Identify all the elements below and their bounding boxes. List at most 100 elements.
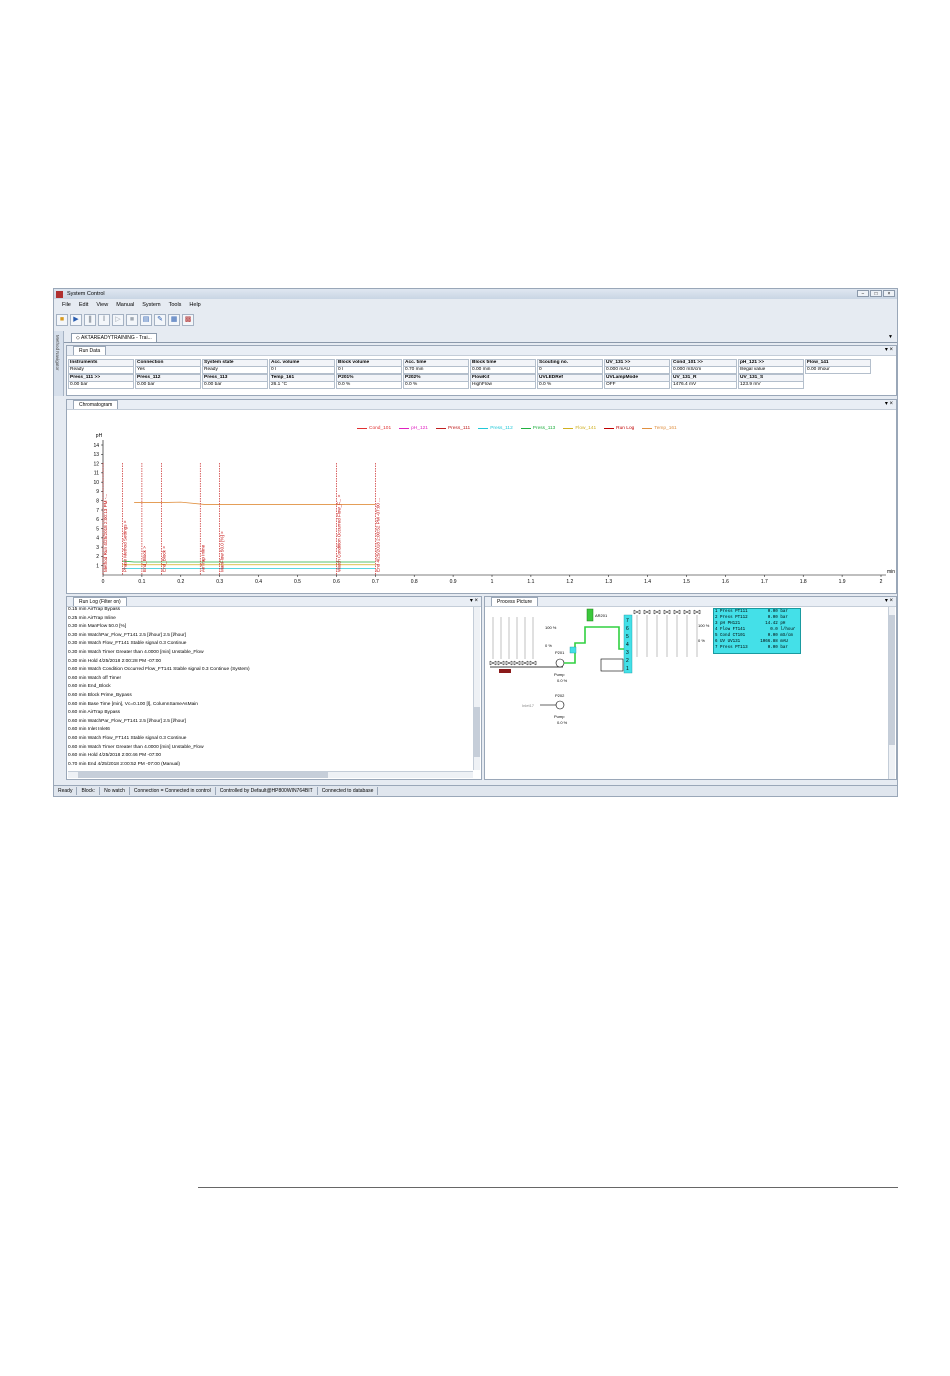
- outlet-valve-icon[interactable]: [653, 609, 661, 615]
- pause-icon[interactable]: ❚: [84, 314, 96, 326]
- inlet-valve-icon[interactable]: [529, 660, 537, 666]
- row1-header-4[interactable]: Block volume: [336, 359, 402, 367]
- stop-icon[interactable]: ■: [126, 314, 138, 326]
- log-line[interactable]: 0.60 min Watch Condition Occurred Flow_F…: [68, 666, 250, 675]
- log-line[interactable]: 0.30 min ManFlow 50.0 [%]: [68, 623, 250, 632]
- edit-icon[interactable]: ✎: [154, 314, 166, 326]
- open-folder-icon[interactable]: ■: [56, 314, 68, 326]
- inlet-valve-icon[interactable]: [513, 660, 521, 666]
- menu-manual[interactable]: Manual: [116, 302, 134, 308]
- log-line[interactable]: 0.60 min Watch Timer Greater than 4.0000…: [68, 744, 250, 753]
- row1-header-7[interactable]: Scouting no.: [537, 359, 603, 367]
- row2-header-10[interactable]: UV_131_S: [738, 374, 804, 382]
- process-picture-tab[interactable]: Process Picture: [491, 597, 539, 606]
- chromatogram-chart[interactable]: 0 0.1 0.2 0.3 0.4 0.5 0.6 0.7 0.8 0.9 1 1.1 1.2 1.3 1.…: [67, 410, 896, 590]
- inlet-valve-icon[interactable]: [489, 660, 497, 666]
- document-dropdown-icon[interactable]: ▼: [888, 334, 893, 340]
- continue-icon[interactable]: ▷: [112, 314, 124, 326]
- run-data-controls[interactable]: ▾ ×: [885, 346, 893, 354]
- process-scroll-thumb[interactable]: [889, 615, 895, 745]
- outlet-valve-icon[interactable]: [693, 609, 701, 615]
- row2-header-2[interactable]: Press_113: [202, 374, 268, 382]
- log-line[interactable]: 0.30 min Watch Flow_FT141 Stable signal …: [68, 640, 250, 649]
- row2-header-5[interactable]: P202%: [403, 374, 469, 382]
- outlet-valve-icon[interactable]: [643, 609, 651, 615]
- report-icon[interactable]: ▦: [168, 314, 180, 326]
- row1-header-3[interactable]: Acc. volume: [269, 359, 335, 367]
- row1-header-0[interactable]: Instruments: [68, 359, 134, 367]
- row1-header-1[interactable]: Connection: [135, 359, 201, 367]
- inlet-valve-icon[interactable]: [521, 660, 529, 666]
- menu-view[interactable]: View: [96, 302, 108, 308]
- row1-header-6[interactable]: Block time: [470, 359, 536, 367]
- system-settings-icon[interactable]: ▩: [182, 314, 194, 326]
- menu-tools[interactable]: Tools: [169, 302, 182, 308]
- hold-icon[interactable]: ‖: [98, 314, 110, 326]
- run-log-hscroll-thumb[interactable]: [78, 772, 328, 778]
- outlet-valve-icon[interactable]: [673, 609, 681, 615]
- maximize-button[interactable]: □: [870, 290, 882, 297]
- row1-value-9: 0.000 mS/cm: [671, 367, 737, 374]
- tank-icon[interactable]: [600, 658, 624, 672]
- row2-header-0[interactable]: Press_111 >>: [68, 374, 134, 382]
- run-log-controls[interactable]: ▾ ×: [470, 597, 478, 605]
- row2-header-4[interactable]: P201%: [336, 374, 402, 382]
- pump-p202-icon[interactable]: [555, 700, 565, 710]
- run-log-vertical-scrollbar[interactable]: [473, 607, 480, 770]
- outlet-valve-icon[interactable]: [633, 609, 641, 615]
- chromatogram-tab[interactable]: Chromatogram: [73, 400, 119, 409]
- row2-header-8[interactable]: UVLampMode: [604, 374, 670, 382]
- menu-help[interactable]: Help: [189, 302, 200, 308]
- log-line[interactable]: 0.60 min Watch Flow_FT141 Stable signal …: [68, 735, 250, 744]
- row2-header-9[interactable]: UV_131_R: [671, 374, 737, 382]
- run-log-horizontal-scrollbar[interactable]: [68, 771, 473, 778]
- log-line[interactable]: 0.15 min AirTrap Bypass: [68, 606, 250, 615]
- log-line[interactable]: 0.60 min Block Prime_Bypass: [68, 692, 250, 701]
- log-line[interactable]: 0.30 min WatchPar_Flow_FT141 2.5 [l/hour…: [68, 632, 250, 641]
- row1-header-5[interactable]: Acc. time: [403, 359, 469, 367]
- menu-file[interactable]: File: [62, 302, 71, 308]
- chromatogram-controls[interactable]: ▾ ×: [885, 400, 893, 408]
- run-log-tab[interactable]: Run Log (Filter on): [73, 597, 127, 606]
- row2-header-1[interactable]: Press_112: [135, 374, 201, 382]
- log-line[interactable]: 0.30 min Watch Timer Greater than 4.0000…: [68, 649, 250, 658]
- menu-edit[interactable]: Edit: [79, 302, 88, 308]
- row1-header-8[interactable]: UV_131 >>: [604, 359, 670, 367]
- process-vertical-scrollbar[interactable]: [888, 607, 895, 779]
- log-line[interactable]: 0.60 min WatchPar_Flow_FT141 2.5 [l/hour…: [68, 718, 250, 727]
- row2-header-6[interactable]: FlowKit: [470, 374, 536, 382]
- row2-header-7[interactable]: UVLEDRef: [537, 374, 603, 382]
- close-button[interactable]: ×: [883, 290, 895, 297]
- outlet-valve-icon[interactable]: [683, 609, 691, 615]
- pump-p201-icon[interactable]: [555, 658, 565, 668]
- menu-system[interactable]: System: [142, 302, 160, 308]
- log-line[interactable]: 0.60 min AirTrap Bypass: [68, 709, 250, 718]
- minimize-button[interactable]: −: [857, 290, 869, 297]
- log-line[interactable]: 0.25 min AirTrap Inline: [68, 615, 250, 624]
- status-bar: Ready Block: No watch Connection = Connecte…: [54, 785, 897, 796]
- log-line[interactable]: 0.70 min End 4/25/2018 2:00:52 PM -07:00…: [68, 761, 250, 770]
- row2-header-3[interactable]: Temp_161: [269, 374, 335, 382]
- row1-header-11[interactable]: Flow_141: [805, 359, 871, 367]
- log-line[interactable]: 0.60 min Watch off Timer: [68, 675, 250, 684]
- log-line[interactable]: 0.60 min Base Time [min], Vc=0.100 [l], …: [68, 701, 250, 710]
- method-navigator-tab[interactable]: Method Navigator: [54, 331, 64, 396]
- row1-header-2[interactable]: System state: [202, 359, 268, 367]
- run-icon[interactable]: ▶: [70, 314, 82, 326]
- row1-header-10[interactable]: pH_121 >>: [738, 359, 804, 367]
- row1-header-9[interactable]: Cond_101 >>: [671, 359, 737, 367]
- air-trap-icon[interactable]: [586, 608, 594, 622]
- process-picture-controls[interactable]: ▾ ×: [885, 597, 893, 605]
- run-data-tab[interactable]: Run Data: [73, 346, 107, 355]
- inlet-valve-icon[interactable]: [505, 660, 513, 666]
- log-line[interactable]: 0.60 min Hold 4/25/2018 2:00:46 PM -07:0…: [68, 752, 250, 761]
- process-diagram[interactable]: 100 %0 %P201Pump0.0 %P202Pump0.0 %Inlet1…: [485, 607, 896, 779]
- log-line[interactable]: 0.30 min Hold 4/25/2018 2:00:28 PM -07:0…: [68, 658, 250, 667]
- outlet-valve-icon[interactable]: [663, 609, 671, 615]
- log-line[interactable]: 0.60 min End_Block: [68, 683, 250, 692]
- log-line[interactable]: 0.60 min Inlet Inlet6: [68, 726, 250, 735]
- x-tick-label: 1.4: [644, 579, 651, 585]
- run-log-scroll-thumb[interactable]: [474, 707, 480, 757]
- inlet-valve-icon[interactable]: [497, 660, 505, 666]
- log-icon[interactable]: ▤: [140, 314, 152, 326]
